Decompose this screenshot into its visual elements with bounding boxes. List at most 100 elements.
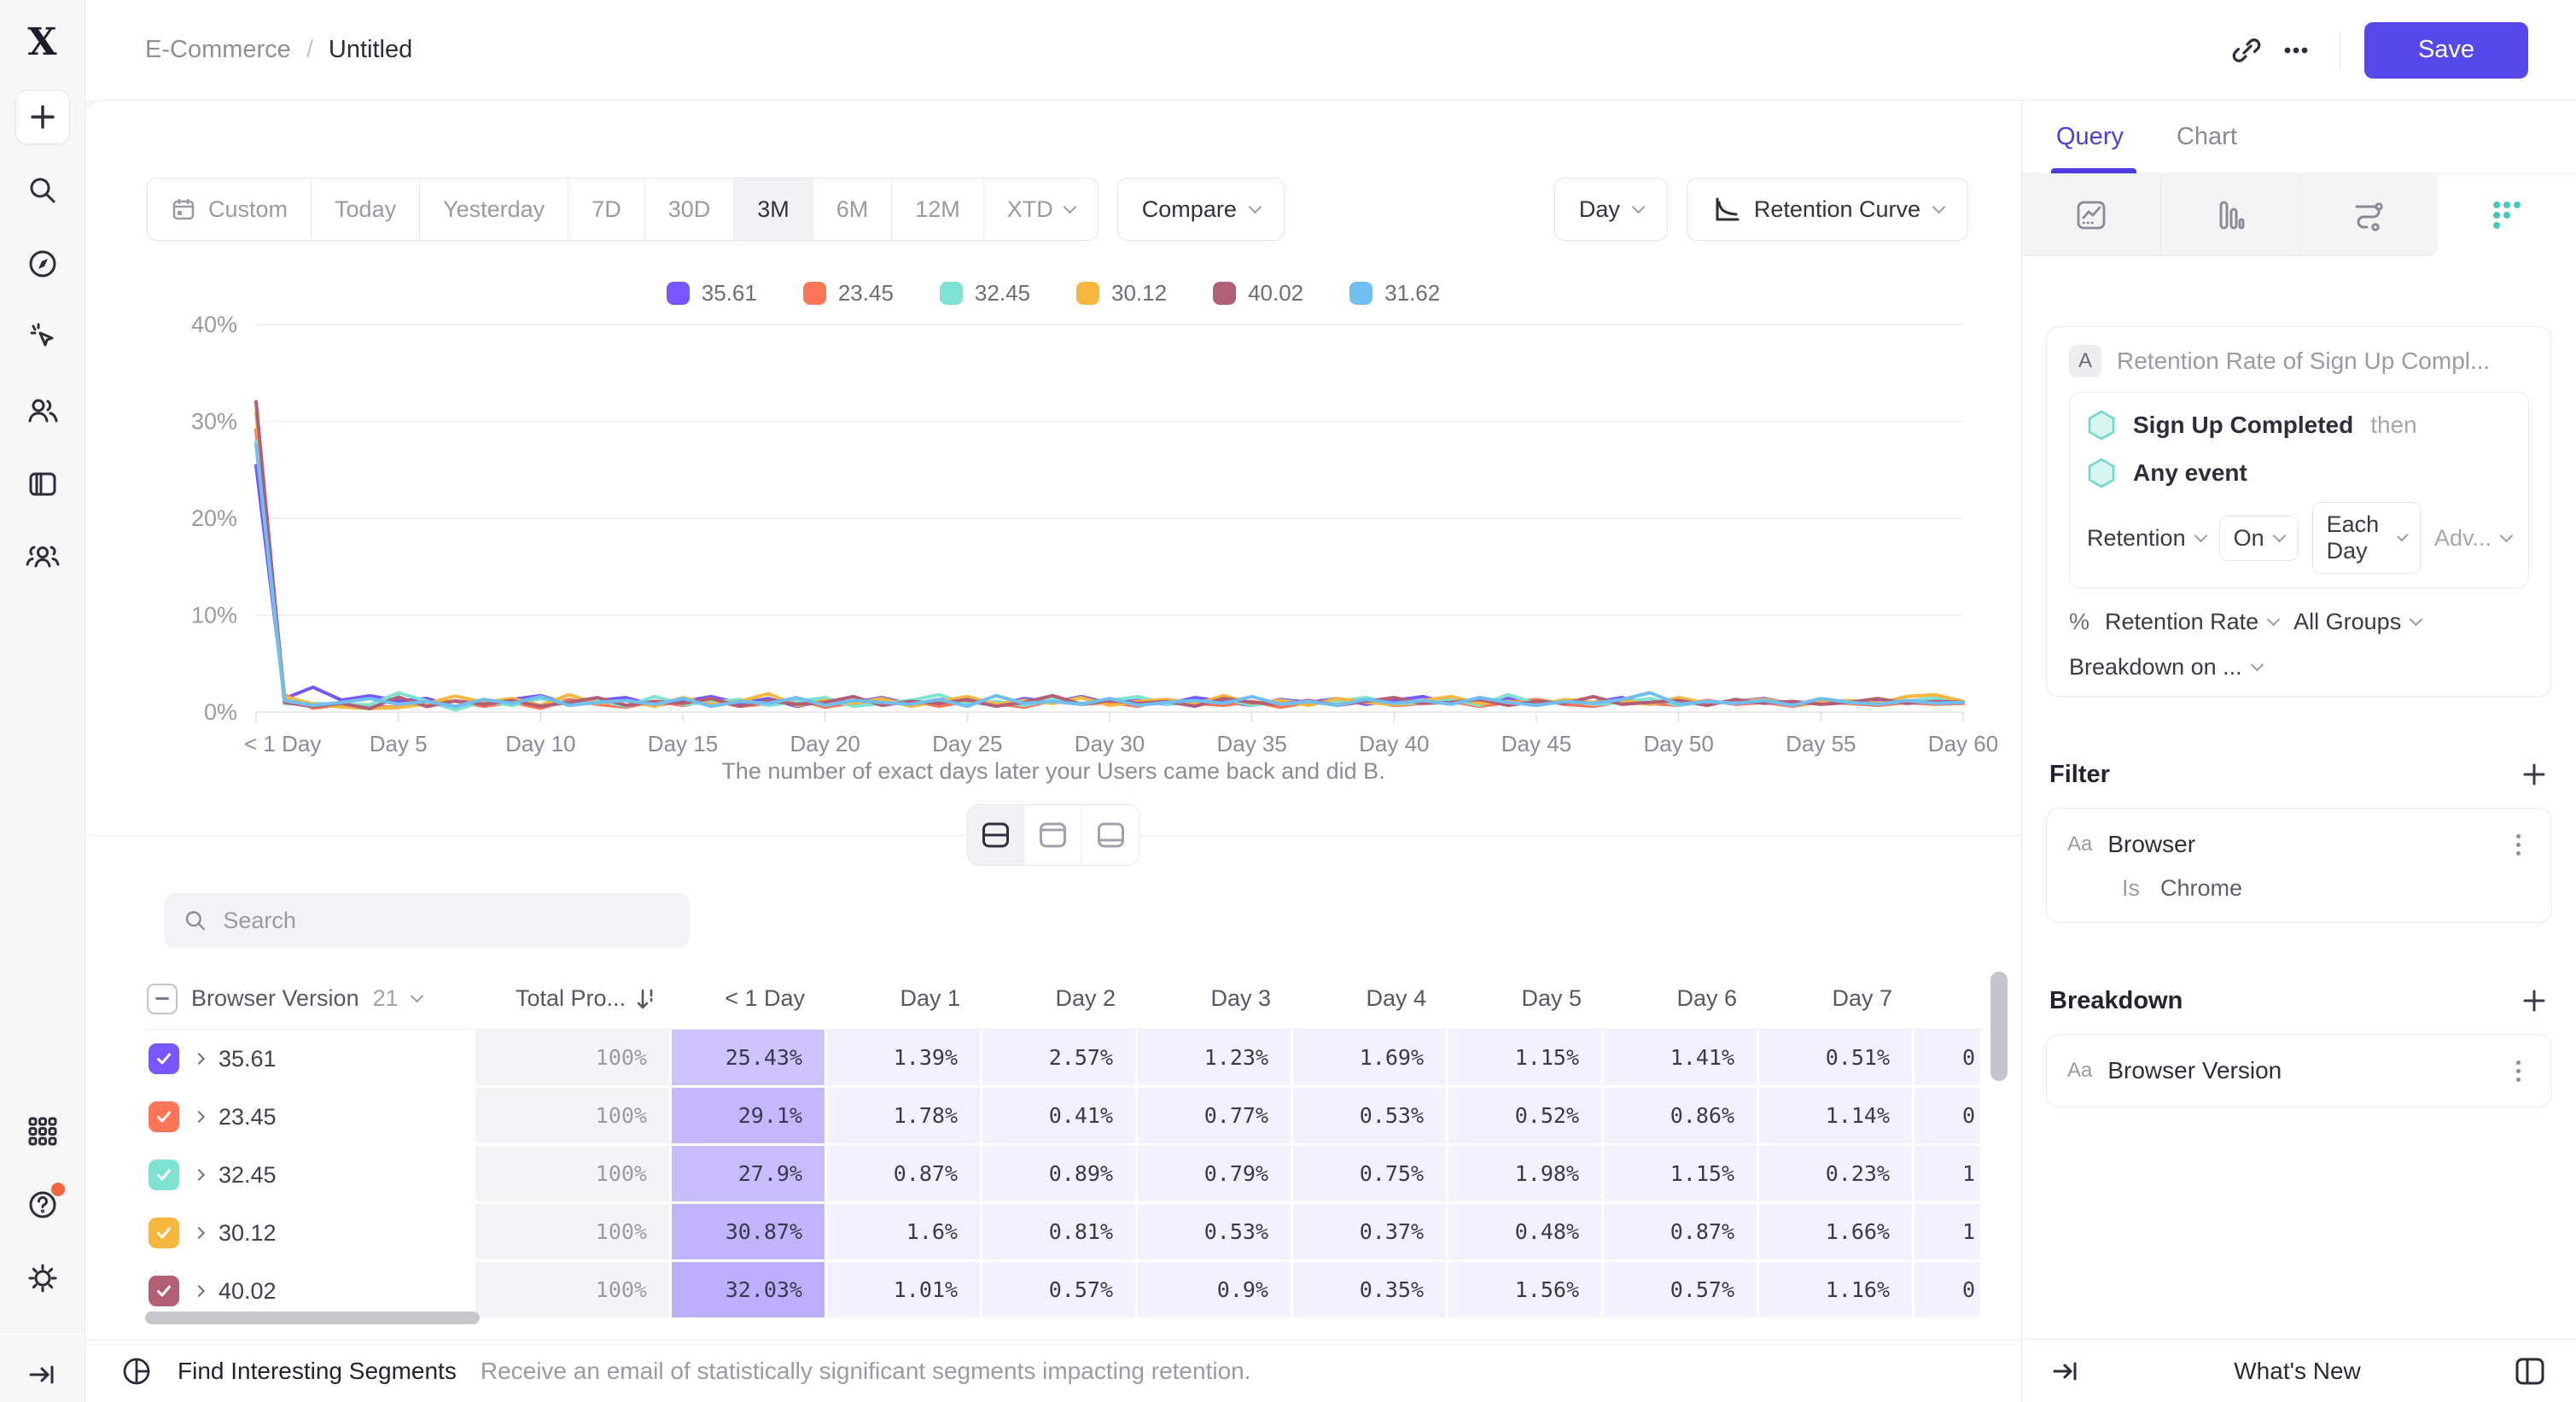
expand-row-icon[interactable]	[193, 1053, 205, 1065]
more-options-button[interactable]	[2271, 26, 2321, 75]
filter-menu-button[interactable]	[2505, 834, 2531, 856]
retention-cell[interactable]: 0.87%	[827, 1146, 982, 1204]
tab-query[interactable]: Query	[2056, 123, 2124, 151]
retention-cell[interactable]: 1.16%	[1759, 1262, 1915, 1320]
sidebar-item-explore[interactable]	[15, 237, 70, 291]
row-checkbox[interactable]	[149, 1043, 179, 1074]
select-all-checkbox[interactable]	[147, 984, 178, 1014]
day-column-header[interactable]: Day 4	[1293, 985, 1448, 1012]
layout-table-button[interactable]	[1082, 805, 1139, 865]
retention-cell[interactable]: 1.6%	[827, 1204, 982, 1262]
day-column-header[interactable]: < 1 Day	[672, 985, 827, 1012]
add-breakdown-button[interactable]	[2520, 986, 2549, 1015]
retention-cell[interactable]: 0.86%	[1604, 1088, 1759, 1146]
retention-cell[interactable]: 0.41%	[982, 1088, 1138, 1146]
retention-cell[interactable]: 0.9%	[1138, 1262, 1293, 1320]
layout-split-button[interactable]	[968, 805, 1025, 865]
filter-value[interactable]: Chrome	[2160, 875, 2242, 902]
retention-cell[interactable]: 2.57%	[982, 1030, 1138, 1088]
day-column-header[interactable]: Day 7	[1759, 985, 1915, 1012]
apps-grid-button[interactable]	[15, 1104, 70, 1159]
compare-button[interactable]: Compare	[1117, 178, 1285, 241]
copy-link-button[interactable]	[2222, 26, 2271, 75]
group-column-header[interactable]: Browser Version	[191, 985, 359, 1012]
retention-line-chart[interactable]: 0%10%20%30%40%< 1 DayDay 5Day 10Day 15Da…	[137, 314, 1997, 758]
range-today[interactable]: Today	[312, 178, 420, 240]
retention-cell[interactable]: 0.37%	[1293, 1204, 1448, 1262]
retention-cell[interactable]: 1.39%	[827, 1030, 982, 1088]
chart-type-button[interactable]: Retention Curve	[1687, 178, 1968, 241]
sidebar-item-search[interactable]	[15, 163, 70, 218]
breakdown-on-dropdown[interactable]: Breakdown on ...	[2069, 654, 2262, 681]
flows-report-button[interactable]	[2300, 174, 2439, 256]
retention-cell[interactable]: 1.69%	[1293, 1030, 1448, 1088]
legend-item[interactable]: 30.12	[1076, 280, 1167, 307]
breadcrumb-board[interactable]: E-Commerce	[145, 36, 291, 64]
retention-cell[interactable]: 0.57%	[982, 1262, 1138, 1320]
breakdown-menu-button[interactable]	[2505, 1060, 2531, 1082]
funnels-report-button[interactable]	[2161, 174, 2300, 256]
retention-cell[interactable]: 0.87%	[1604, 1204, 1759, 1262]
expand-row-icon[interactable]	[193, 1111, 205, 1123]
filter-operator[interactable]: Is	[2122, 875, 2140, 902]
retention-cell[interactable]: 1.41%	[1604, 1030, 1759, 1088]
create-new-button[interactable]	[15, 90, 70, 144]
side-panel-icon[interactable]	[2513, 1356, 2547, 1387]
on-dropdown[interactable]: On	[2219, 516, 2299, 561]
series-line-30.12[interactable]	[256, 413, 1963, 709]
series-title[interactable]: Retention Rate of Sign Up Compl...	[2117, 348, 2490, 375]
day-column-header[interactable]: Day 3	[1138, 985, 1293, 1012]
row-checkbox[interactable]	[149, 1218, 179, 1248]
retention-cell[interactable]: 30.87%	[672, 1204, 827, 1262]
settings-button[interactable]	[15, 1251, 70, 1306]
expand-row-icon[interactable]	[193, 1227, 205, 1239]
row-checkbox[interactable]	[149, 1276, 179, 1306]
search-input[interactable]	[223, 908, 671, 934]
retention-cell[interactable]: 29.1%	[672, 1088, 827, 1146]
retention-cell[interactable]: 0.35%	[1293, 1262, 1448, 1320]
range-6m[interactable]: 6M	[813, 178, 893, 240]
first-event-row[interactable]: Sign Up Completed then	[2087, 406, 2511, 444]
add-filter-button[interactable]	[2520, 760, 2549, 789]
breadcrumb-report-title[interactable]: Untitled	[329, 36, 412, 64]
retention-cell[interactable]: 1.56%	[1448, 1262, 1604, 1320]
help-button[interactable]	[15, 1177, 70, 1232]
retention-report-button[interactable]	[2438, 174, 2576, 256]
retention-cell[interactable]: 1.23%	[1138, 1030, 1293, 1088]
row-checkbox[interactable]	[149, 1160, 179, 1190]
range-xtd[interactable]: XTD	[984, 178, 1098, 240]
retention-cell[interactable]: 1.98%	[1448, 1146, 1604, 1204]
retention-cell[interactable]: 1.15%	[1604, 1146, 1759, 1204]
collapse-panel-button[interactable]	[2051, 1356, 2082, 1387]
retention-cell[interactable]: 27.9%	[672, 1146, 827, 1204]
day-column-header[interactable]: Day 6	[1604, 985, 1759, 1012]
range-30d[interactable]: 30D	[645, 178, 735, 240]
retention-cell[interactable]: 1.15%	[1448, 1030, 1604, 1088]
retention-cell[interactable]: 0.79%	[1138, 1146, 1293, 1204]
series-line-40.02[interactable]	[256, 402, 1963, 710]
expand-row-icon[interactable]	[193, 1285, 205, 1297]
breakdown-property[interactable]: Browser Version	[2107, 1057, 2490, 1084]
retention-cell[interactable]: 1.14%	[1759, 1088, 1915, 1146]
each-day-dropdown[interactable]: Each Day	[2312, 502, 2421, 574]
find-segments-link[interactable]: Find Interesting Segments	[178, 1358, 457, 1385]
range-yesterday[interactable]: Yesterday	[420, 178, 568, 240]
day-column-header[interactable]: Day 2	[982, 985, 1138, 1012]
sidebar-item-boards[interactable]	[15, 457, 70, 511]
retention-cell[interactable]: 0.81%	[982, 1204, 1138, 1262]
retention-cell[interactable]: 0.89%	[982, 1146, 1138, 1204]
range-12m[interactable]: 12M	[892, 178, 984, 240]
return-event-row[interactable]: Any event	[2087, 454, 2511, 492]
mixpanel-logo-icon[interactable]: X	[27, 20, 56, 64]
vertical-scrollbar-thumb[interactable]	[1990, 972, 2008, 1081]
retention-cell[interactable]: 0.23%	[1759, 1146, 1915, 1204]
retention-cell[interactable]: 0.48%	[1448, 1204, 1604, 1262]
retention-cell[interactable]: 0.57%	[1604, 1262, 1759, 1320]
save-button[interactable]: Save	[2364, 22, 2528, 79]
retention-cell[interactable]: 25.43%	[672, 1030, 827, 1088]
range-custom[interactable]: Custom	[148, 178, 312, 240]
retention-cell[interactable]: 0.53%	[1293, 1088, 1448, 1146]
retention-cell[interactable]: 1.66%	[1759, 1204, 1915, 1262]
day-column-header[interactable]: Day 5	[1448, 985, 1604, 1012]
total-column-header[interactable]: Total Pro...	[475, 985, 672, 1012]
